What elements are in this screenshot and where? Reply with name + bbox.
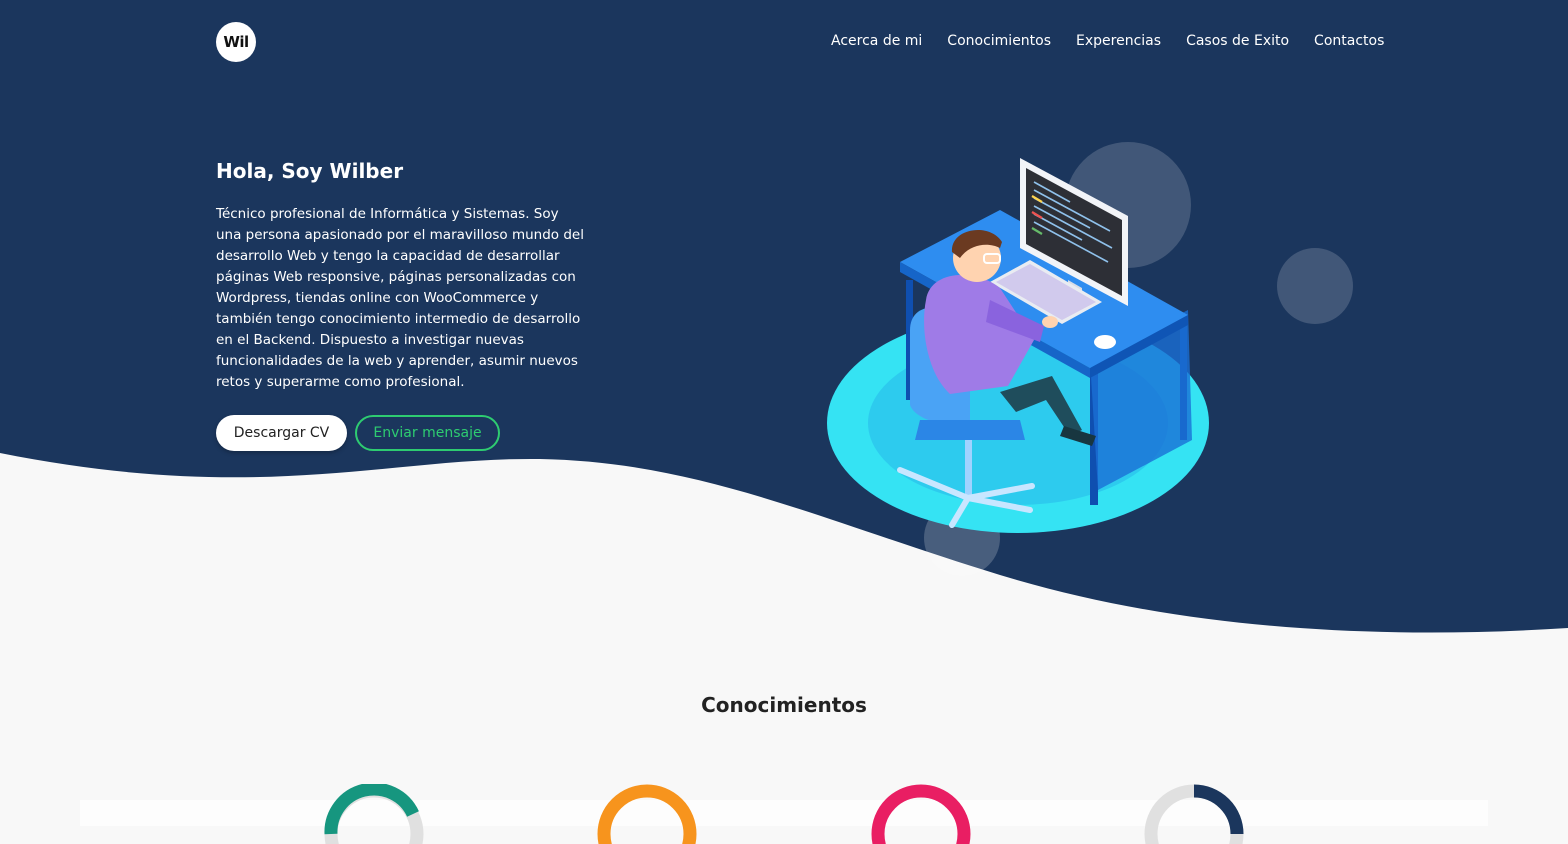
developer-illustration [827, 142, 1353, 576]
logo[interactable]: Wil [216, 22, 256, 62]
hero-description: Técnico profesional de Informática y Sis… [216, 206, 584, 390]
skills-section-title: Conocimientos [701, 693, 867, 717]
nav-item-acerca[interactable]: Acerca de mi [831, 33, 922, 49]
send-message-button[interactable]: Enviar mensaje [355, 415, 500, 451]
skill-ring-4 [1144, 784, 1244, 844]
nav-item-conocimientos[interactable]: Conocimientos [947, 33, 1051, 49]
nav-item-contactos[interactable]: Contactos [1314, 33, 1384, 49]
skill-ring-1 [324, 784, 424, 844]
nav-item-casos[interactable]: Casos de Exito [1186, 33, 1289, 49]
skill-ring-3 [871, 784, 971, 844]
skill-ring-2 [597, 784, 697, 844]
main-nav: Acerca de mi Conocimientos Experencias C… [831, 33, 1384, 49]
skills-card-area [80, 800, 1488, 826]
hero-title: Hola, Soy Wilber [216, 159, 404, 183]
download-cv-button[interactable]: Descargar CV [216, 415, 347, 451]
nav-item-experencias[interactable]: Experencias [1076, 33, 1161, 49]
decor-circle-right [1277, 248, 1353, 324]
